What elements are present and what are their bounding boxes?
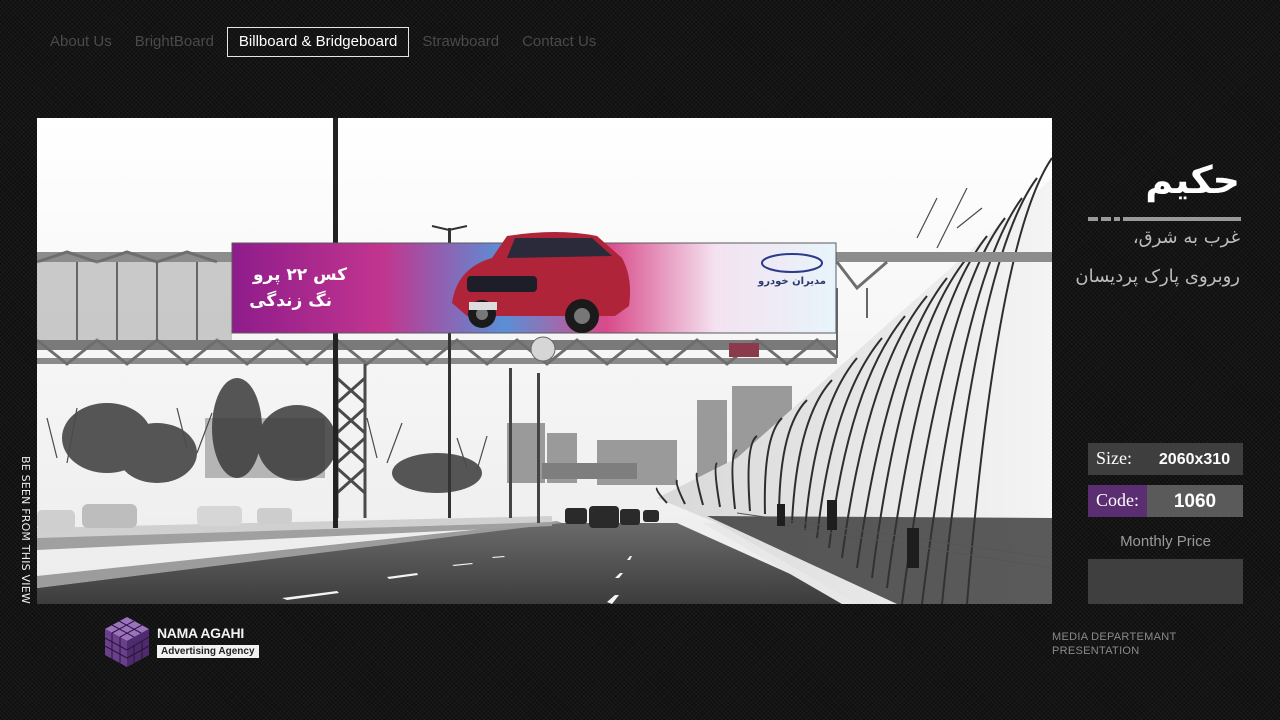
main-nav: About Us BrightBoard Billboard & Bridgeb… <box>40 27 609 57</box>
billboard-ad: کس ۲۲ پرو نگ زندگی مدیران خودرو <box>231 232 837 334</box>
billboard-brand: مدیران خودرو <box>757 276 826 287</box>
billboard-location-photo: کس ۲۲ پرو نگ زندگی مدیران خودرو <box>37 118 1052 604</box>
brand-tagline: Advertising Agency <box>157 645 259 658</box>
size-value: 2060x310 <box>1158 451 1231 468</box>
title-divider <box>1088 217 1244 222</box>
location-title: حکیم <box>1145 158 1240 202</box>
size-label: Size: <box>1088 443 1146 475</box>
highway-scene: کس ۲۲ پرو نگ زندگی مدیران خودرو <box>37 118 1052 604</box>
view-caption: BE SEEN FROM THIS VIEW <box>19 456 32 604</box>
footer-note-line2: PRESENTATION <box>1052 645 1140 657</box>
company-logo[interactable]: NAMA AGAHI Advertising Agency <box>103 615 259 669</box>
nav-contact-us[interactable]: Contact Us <box>512 27 606 57</box>
cube-logo-icon <box>104 617 150 667</box>
billboard-headline-1: کس ۲۲ پرو <box>252 265 347 285</box>
nav-billboard-bridgeboard[interactable]: Billboard & Bridgeboard <box>226 27 410 57</box>
code-label: Code: <box>1088 485 1147 517</box>
monthly-price-label: Monthly Price <box>1120 533 1211 550</box>
nav-about-us[interactable]: About Us <box>40 27 122 57</box>
nav-brightboard[interactable]: BrightBoard <box>125 27 224 57</box>
monthly-price-value <box>1088 559 1243 604</box>
size-spec: Size: 2060x310 <box>1088 443 1243 475</box>
footer-note-line1: MEDIA DEPARTEMANT <box>1052 631 1177 643</box>
billboard-headline-2: نگ زندگی <box>249 290 332 311</box>
brand-name: NAMA AGAHI <box>157 625 244 641</box>
code-spec: Code: 1060 <box>1088 485 1243 517</box>
location-direction: غرب به شرق، <box>1132 227 1240 248</box>
code-value: 1060 <box>1147 485 1243 517</box>
nav-strawboard[interactable]: Strawboard <box>412 27 509 57</box>
footer-note: MEDIA DEPARTEMANT PRESENTATION <box>1052 630 1177 658</box>
location-landmark: روبروی پارک پردیسان <box>1075 266 1240 287</box>
